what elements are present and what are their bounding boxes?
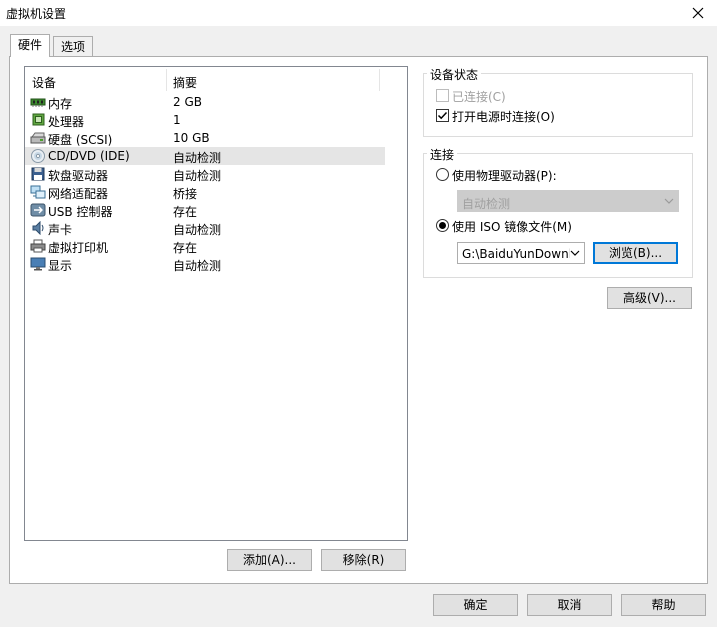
device-name: 声卡	[48, 223, 73, 237]
device-row-sound-card[interactable]: 声卡 自动检测	[25, 219, 385, 237]
connection-title: 连接	[427, 146, 458, 163]
tab-hardware[interactable]: 硬件	[10, 34, 50, 57]
device-name: USB 控制器	[48, 205, 113, 219]
physical-drive-label: 使用物理驱动器(P):	[452, 169, 557, 183]
iso-path-value: G:\BaiduYunDownl	[462, 247, 570, 261]
device-name: 虚拟打印机	[48, 241, 109, 255]
iso-image-radio[interactable]	[436, 219, 449, 232]
device-name: 硬盘 (SCSI)	[48, 133, 113, 147]
tab-options[interactable]: 选项	[53, 36, 93, 57]
device-name: 软盘驱动器	[48, 169, 109, 183]
device-summary: 存在	[173, 241, 198, 255]
device-summary: 自动检测	[173, 169, 222, 183]
device-name: 显示	[48, 259, 73, 273]
help-button[interactable]: 帮助	[621, 594, 706, 616]
device-list-header: 设备 摘要	[25, 67, 407, 91]
device-name: CD/DVD (IDE)	[48, 149, 130, 163]
hard-disk-icon	[30, 132, 46, 144]
connect-on-power-label: 打开电源时连接(O)	[452, 110, 555, 124]
device-summary: 自动检测	[173, 223, 222, 237]
device-list[interactable]: 设备 摘要 内存 2 GB 处理器 1 硬盘 (SCSI) 10 GB CD/D…	[24, 66, 408, 541]
add-device-label: 添加(A)...	[242, 553, 297, 567]
device-status-title: 设备状态	[427, 66, 482, 83]
cd-dvd-icon	[31, 149, 45, 163]
device-summary: 自动检测	[173, 259, 222, 273]
device-row-display[interactable]: 显示 自动检测	[25, 255, 385, 273]
device-name: 处理器	[48, 115, 85, 129]
advanced-label: 高级(V)...	[622, 291, 677, 305]
checkmark-icon	[437, 111, 448, 120]
device-name: 内存	[48, 97, 73, 111]
device-row-usb-controller[interactable]: USB 控制器 存在	[25, 201, 385, 219]
device-summary: 2 GB	[173, 95, 202, 109]
connected-label: 已连接(C)	[452, 90, 506, 104]
device-row-floppy[interactable]: 软盘驱动器 自动检测	[25, 165, 385, 183]
device-summary: 桥接	[173, 187, 198, 201]
tab-hardware-label: 硬件	[17, 38, 42, 52]
memory-icon	[30, 98, 46, 107]
remove-device-label: 移除(R)	[342, 553, 385, 567]
help-label: 帮助	[651, 598, 676, 612]
advanced-button[interactable]: 高级(V)...	[607, 287, 692, 309]
device-row-virtual-printer[interactable]: 虚拟打印机 存在	[25, 237, 385, 255]
printer-icon	[30, 239, 46, 253]
cancel-label: 取消	[557, 598, 582, 612]
chevron-down-icon	[570, 250, 580, 256]
iso-path-select[interactable]: G:\BaiduYunDownl	[457, 242, 585, 264]
sound-card-icon	[32, 221, 44, 235]
connected-checkbox[interactable]	[436, 89, 449, 102]
floppy-icon	[31, 167, 45, 181]
device-summary: 10 GB	[173, 131, 210, 145]
device-row-cd-dvd[interactable]: CD/DVD (IDE) 自动检测	[25, 147, 385, 165]
chevron-down-icon	[664, 198, 674, 204]
title-bar: 虚拟机设置	[0, 0, 717, 26]
device-row-hard-disk[interactable]: 硬盘 (SCSI) 10 GB	[25, 129, 385, 147]
display-icon	[30, 257, 46, 271]
column-header-device[interactable]: 设备	[32, 74, 56, 91]
device-summary: 自动检测	[173, 151, 222, 165]
close-icon	[692, 7, 704, 19]
device-row-network-adapter[interactable]: 网络适配器 桥接	[25, 183, 385, 201]
ok-button[interactable]: 确定	[433, 594, 518, 616]
browse-button[interactable]: 浏览(B)...	[593, 242, 678, 264]
column-divider[interactable]	[379, 69, 380, 91]
add-device-button[interactable]: 添加(A)...	[227, 549, 312, 571]
device-row-memory[interactable]: 内存 2 GB	[25, 93, 385, 111]
close-button[interactable]	[684, 2, 712, 24]
column-divider[interactable]	[166, 69, 167, 91]
iso-image-label: 使用 ISO 镜像文件(M)	[452, 220, 572, 234]
device-summary: 1	[173, 113, 181, 127]
processor-icon	[32, 113, 45, 126]
tab-options-label: 选项	[60, 40, 85, 54]
usb-icon	[30, 203, 46, 217]
device-summary: 存在	[173, 205, 198, 219]
browse-label: 浏览(B)...	[608, 246, 663, 260]
column-header-summary[interactable]: 摘要	[173, 74, 197, 91]
device-row-processor[interactable]: 处理器 1	[25, 111, 385, 129]
ok-label: 确定	[463, 598, 488, 612]
connect-on-power-checkbox[interactable]	[436, 109, 449, 122]
network-adapter-icon	[30, 185, 46, 199]
cancel-button[interactable]: 取消	[527, 594, 612, 616]
radio-selected-dot	[439, 222, 446, 229]
device-name: 网络适配器	[48, 187, 109, 201]
physical-drive-select[interactable]: 自动检测	[457, 190, 679, 212]
window-title: 虚拟机设置	[6, 7, 67, 21]
remove-device-button[interactable]: 移除(R)	[321, 549, 406, 571]
physical-drive-radio[interactable]	[436, 168, 449, 181]
physical-drive-select-value: 自动检测	[462, 197, 511, 211]
